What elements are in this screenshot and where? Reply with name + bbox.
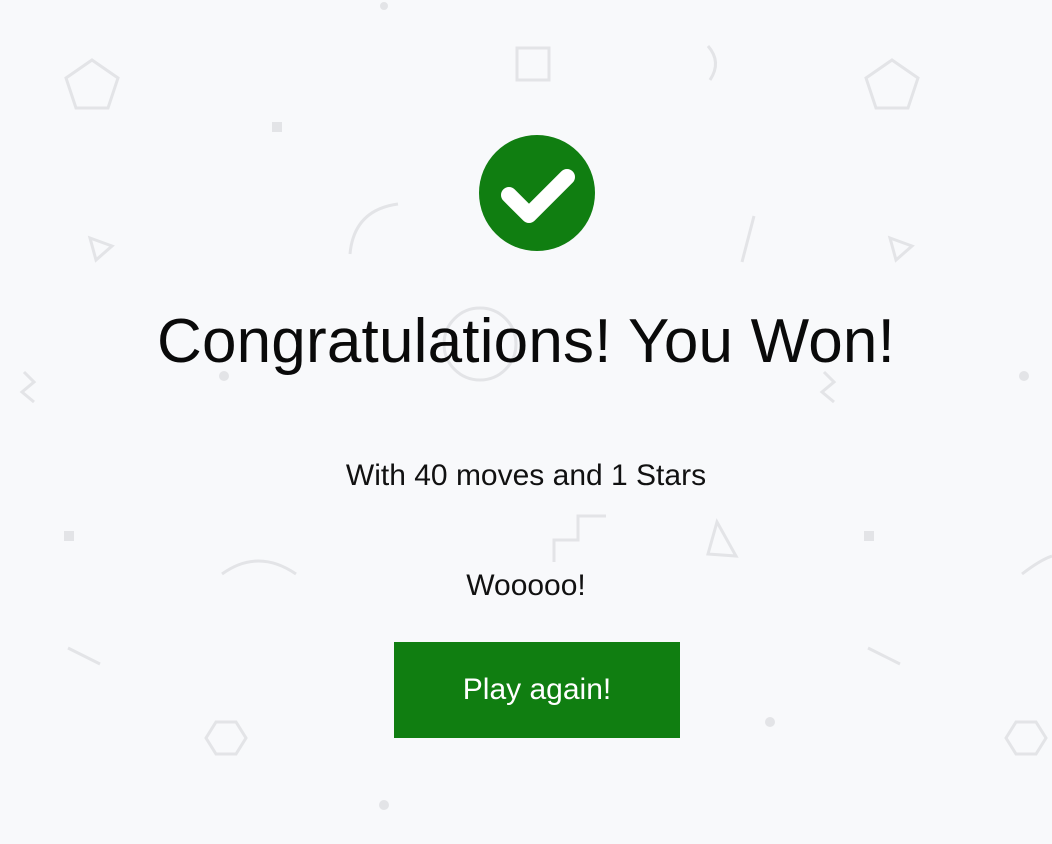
- win-screen: Congratulations! You Won! With 40 moves …: [0, 0, 1052, 844]
- checkmark-icon: [501, 169, 575, 223]
- triangle-decoration: [706, 518, 739, 558]
- slash-decoration: [740, 215, 756, 263]
- square-decoration: [515, 46, 551, 82]
- dot-decoration: [64, 531, 74, 541]
- triangle-decoration: [887, 235, 915, 263]
- dot-decoration: [765, 717, 775, 727]
- dot-decoration: [379, 800, 389, 810]
- dot-decoration: [864, 531, 874, 541]
- play-again-button[interactable]: Play again!: [394, 642, 680, 738]
- dot-decoration: [272, 122, 282, 132]
- success-badge: [479, 135, 595, 251]
- slash-decoration: [867, 646, 901, 666]
- pentagon-decoration: [864, 58, 920, 110]
- cheer-message: Wooooo!: [466, 569, 586, 602]
- pentagon-decoration: [64, 58, 120, 110]
- result-stats: With 40 moves and 1 Stars: [345, 459, 707, 492]
- slash-decoration: [67, 646, 101, 666]
- arc-decoration: [348, 202, 399, 255]
- win-title: Congratulations! You Won!: [156, 307, 896, 376]
- hexagon-decoration: [1004, 720, 1048, 756]
- triangle-decoration: [87, 235, 115, 263]
- stairs-decoration: [552, 514, 606, 562]
- dot-decoration: [380, 2, 388, 10]
- arc-decoration: [706, 45, 717, 81]
- hexagon-decoration: [204, 720, 248, 756]
